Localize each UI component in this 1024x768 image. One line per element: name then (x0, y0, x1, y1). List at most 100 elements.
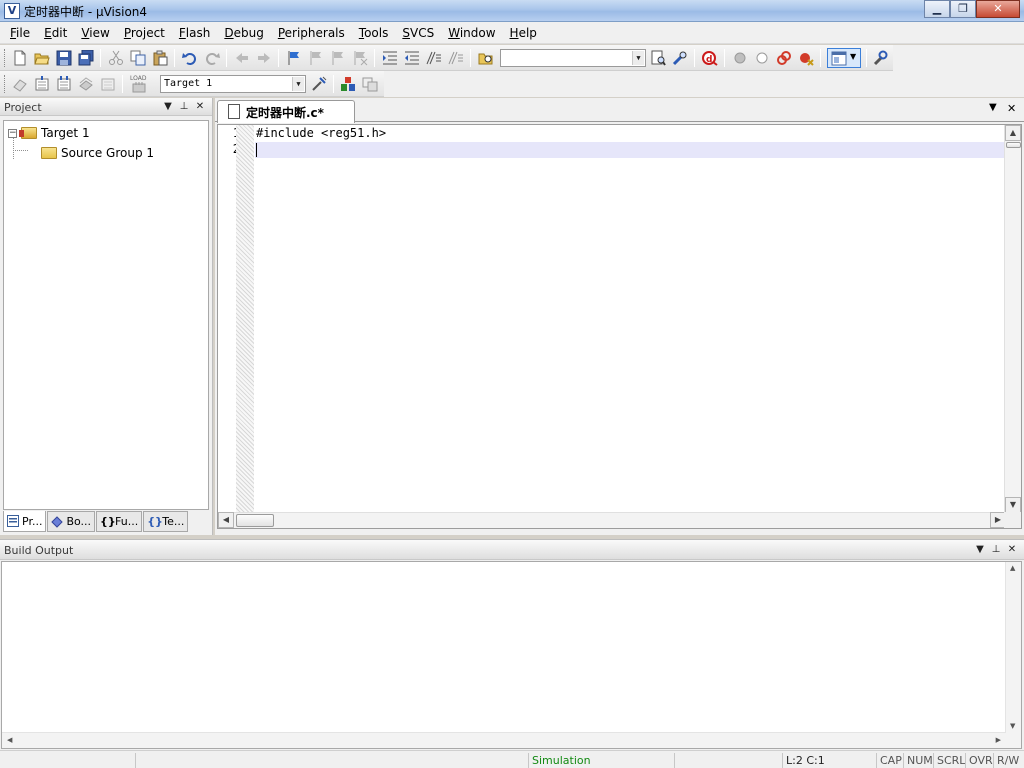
batch-build-icon[interactable] (78, 76, 94, 92)
toolbar-grip[interactable] (4, 49, 7, 67)
build-output-text[interactable]: ▲ ▼ ◀ ▶ (1, 561, 1022, 749)
horizontal-scroll-thumb[interactable] (236, 514, 274, 527)
tab-templates[interactable]: {} Te... (143, 511, 189, 532)
next-bookmark-icon[interactable] (330, 50, 346, 66)
stop-build-icon[interactable] (100, 76, 116, 92)
functions-braces-icon: {} (100, 514, 116, 528)
target-select[interactable]: Target 1 ▼ (160, 75, 306, 93)
save-icon[interactable] (56, 50, 72, 66)
pin-icon[interactable]: ⊥ (176, 100, 192, 114)
menu-edit[interactable]: Edit (37, 22, 74, 44)
previous-bookmark-icon[interactable] (308, 50, 324, 66)
open-folder-icon[interactable] (34, 50, 50, 66)
navigate-back-icon[interactable] (234, 50, 250, 66)
panel-close-icon[interactable]: ✕ (192, 100, 208, 114)
menu-project[interactable]: Project (117, 22, 172, 44)
navigate-forward-icon[interactable] (256, 50, 272, 66)
cut-icon[interactable] (108, 50, 124, 66)
multi-project-icon[interactable] (362, 76, 378, 92)
tree-item-source-group[interactable]: Source Group 1 (41, 144, 154, 162)
unindent-icon[interactable] (404, 50, 420, 66)
manage-components-icon[interactable] (340, 76, 356, 92)
download-button[interactable]: LOAD (128, 75, 150, 93)
menu-flash[interactable]: Flash (172, 22, 217, 44)
scroll-up-icon[interactable]: ▲ (1010, 564, 1015, 572)
indent-icon[interactable] (382, 50, 398, 66)
find-in-files-icon[interactable] (478, 50, 494, 66)
rebuild-icon[interactable] (56, 76, 72, 92)
tree-item-target[interactable]: − Target 1 (8, 124, 90, 142)
collapse-toggle-icon[interactable]: − (8, 128, 17, 138)
tab-books[interactable]: Bo... (47, 511, 96, 532)
fold-margin[interactable] (236, 125, 254, 513)
window-layout-button[interactable]: ▼ (827, 48, 861, 68)
comment-selection-icon[interactable] (426, 50, 442, 66)
translate-icon[interactable] (12, 76, 28, 92)
uvision-app-icon[interactable]: V (4, 3, 20, 19)
scroll-left-icon[interactable]: ◀ (218, 512, 234, 528)
menu-file[interactable]: File (3, 22, 37, 44)
code-text-area[interactable]: #include <reg51.h> (255, 125, 1004, 513)
incremental-find-icon[interactable] (672, 50, 688, 66)
close-document-icon[interactable]: ✕ (1007, 102, 1016, 115)
code-line[interactable]: #include <reg51.h> (255, 126, 1004, 142)
new-file-icon[interactable] (12, 50, 28, 66)
horizontal-scrollbar[interactable]: ◀ ▶ (218, 512, 1006, 528)
project-tree[interactable]: − Target 1 Source Group 1 (3, 120, 209, 510)
build-horizontal-scrollbar[interactable]: ◀ ▶ (2, 732, 1006, 748)
scroll-down-icon[interactable]: ▼ (1005, 497, 1021, 513)
menu-peripherals[interactable]: Peripherals (271, 22, 352, 44)
menu-svcs[interactable]: SVCS (395, 22, 441, 44)
tab-functions[interactable]: {} Fu... (96, 511, 143, 532)
panel-controls: ▼ ⊥ ✕ (972, 543, 1020, 557)
panel-menu-chevron-icon[interactable]: ▼ (972, 543, 988, 557)
uncomment-selection-icon[interactable] (448, 50, 464, 66)
target-options-icon[interactable] (311, 76, 327, 92)
insert-breakpoint-icon[interactable] (732, 50, 748, 66)
toolbar-grip[interactable] (4, 75, 7, 93)
tab-editor-file[interactable]: 定时器中断.c* (217, 100, 355, 123)
menu-view[interactable]: View (74, 22, 116, 44)
paste-icon[interactable] (152, 50, 168, 66)
redo-icon[interactable] (204, 50, 220, 66)
menu-help[interactable]: Help (503, 22, 544, 44)
panel-menu-chevron-icon[interactable]: ▼ (160, 100, 176, 114)
restore-icon: ❐ (958, 2, 968, 15)
build-icon[interactable] (34, 76, 50, 92)
copy-icon[interactable] (130, 50, 146, 66)
code-line-current[interactable] (255, 142, 1004, 158)
disable-all-breakpoints-icon[interactable] (776, 50, 792, 66)
tab-project[interactable]: Pr... (3, 511, 47, 532)
scroll-right-icon[interactable]: ▶ (996, 736, 1001, 744)
target-select-value: Target 1 (164, 78, 213, 89)
chevron-down-icon[interactable]: ▼ (632, 51, 644, 65)
enable-breakpoint-icon[interactable] (754, 50, 770, 66)
scroll-up-icon[interactable]: ▲ (1005, 125, 1021, 141)
chevron-down-icon[interactable]: ▼ (292, 77, 304, 91)
panel-close-icon[interactable]: ✕ (1004, 543, 1020, 557)
tab-list-chevron-icon[interactable]: ▼ (989, 102, 997, 113)
pin-icon[interactable]: ⊥ (988, 543, 1004, 557)
vertical-scroll-thumb[interactable] (1006, 142, 1021, 148)
insert-bookmark-icon[interactable] (286, 50, 302, 66)
close-button[interactable]: ✕ (976, 0, 1020, 18)
vertical-scrollbar[interactable]: ▲ ▼ (1004, 125, 1021, 513)
undo-icon[interactable] (182, 50, 198, 66)
configure-tools-icon[interactable] (872, 50, 888, 66)
debug-session-icon[interactable]: d (702, 50, 718, 66)
find-combo[interactable]: ▼ (500, 49, 646, 67)
code-editor[interactable]: 1 2 #include <reg51.h> ▲ ▼ ◀ ▶ (217, 124, 1022, 529)
scroll-left-icon[interactable]: ◀ (7, 736, 12, 744)
minimize-button[interactable]: ▁ (924, 0, 950, 18)
scroll-down-icon[interactable]: ▼ (1010, 722, 1015, 730)
menu-debug[interactable]: Debug (217, 22, 270, 44)
maximize-button[interactable]: ❐ (950, 0, 976, 18)
find-icon[interactable] (650, 50, 666, 66)
clear-bookmarks-icon[interactable] (352, 50, 368, 66)
menu-window[interactable]: Window (441, 22, 502, 44)
build-vertical-scrollbar[interactable]: ▲ ▼ (1005, 562, 1021, 748)
save-all-icon[interactable] (78, 50, 94, 66)
menu-tools[interactable]: Tools (352, 22, 396, 44)
text-caret (256, 143, 257, 157)
kill-all-breakpoints-icon[interactable] (798, 50, 814, 66)
